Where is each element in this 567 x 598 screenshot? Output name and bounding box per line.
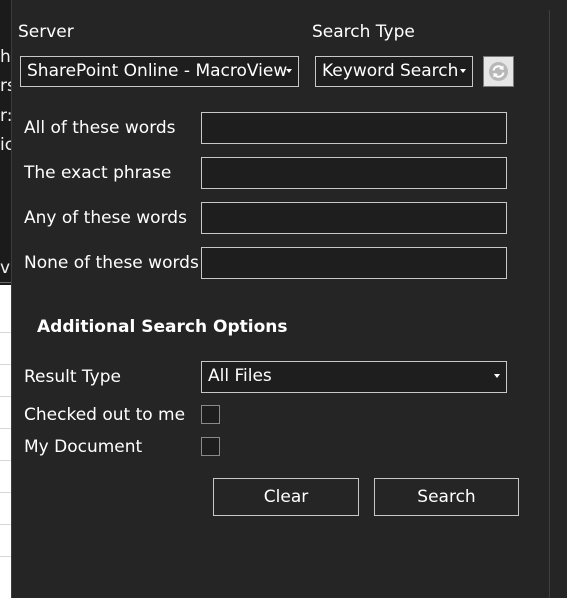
- background-text-fragment: h: [0, 47, 11, 67]
- search-type-label: Search Type: [312, 22, 415, 42]
- additional-options-heading: Additional Search Options: [37, 317, 288, 337]
- chevron-down-icon: [494, 374, 500, 378]
- result-type-select-value: All Files: [208, 366, 272, 386]
- checked-out-checkbox[interactable]: [201, 405, 220, 424]
- clear-button[interactable]: Clear: [213, 478, 359, 516]
- panel-right-gutter: [549, 10, 567, 598]
- any-words-label: Any of these words: [24, 208, 187, 228]
- refresh-button[interactable]: [483, 56, 514, 87]
- chevron-down-icon: [460, 69, 466, 73]
- search-type-select-value: Keyword Search: [322, 61, 459, 81]
- none-words-label: None of these words: [24, 253, 199, 273]
- refresh-icon: [489, 62, 508, 81]
- search-type-select[interactable]: Keyword Search: [315, 56, 473, 87]
- none-words-input[interactable]: [201, 247, 507, 279]
- all-words-label: All of these words: [24, 118, 176, 138]
- my-document-checkbox[interactable]: [201, 437, 220, 456]
- result-type-label: Result Type: [24, 367, 121, 387]
- all-words-input[interactable]: [201, 112, 507, 144]
- exact-phrase-input[interactable]: [201, 157, 507, 189]
- result-type-select[interactable]: All Files: [201, 361, 507, 393]
- server-select-value: SharePoint Online - MacroView: [27, 61, 288, 81]
- any-words-input[interactable]: [201, 202, 507, 234]
- checked-out-label: Checked out to me: [24, 405, 186, 425]
- chevron-down-icon: [286, 69, 292, 73]
- server-select[interactable]: SharePoint Online - MacroView: [20, 56, 299, 87]
- server-label: Server: [18, 22, 74, 42]
- my-document-label: My Document: [24, 437, 143, 457]
- exact-phrase-label: The exact phrase: [24, 163, 172, 183]
- search-button[interactable]: Search: [374, 478, 519, 516]
